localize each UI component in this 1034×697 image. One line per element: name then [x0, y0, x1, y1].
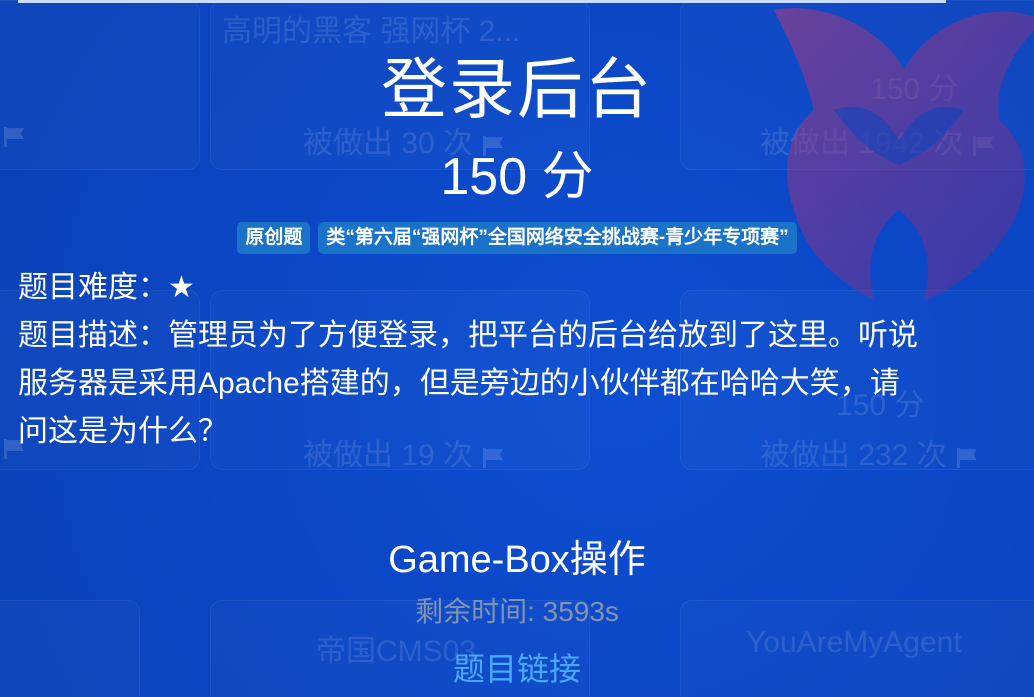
challenge-tags: 原创题 类“第六届“强网杯”全国网络安全挑战赛-青少年专项赛” [0, 222, 1034, 254]
challenge-difficulty: 题目难度：★ [18, 271, 195, 304]
challenge-info: 题目难度：★ 题目描述：管理员为了方便登录，把平台的后台给放到了这里。听说 服务… [18, 264, 1008, 456]
challenge-description-line: 问这是为什么？ [18, 415, 228, 448]
tag-category: 类“第六届“强网杯”全国网络安全挑战赛-青少年专项赛” [318, 222, 797, 254]
challenge-points: 150 分 [440, 148, 594, 206]
challenge-description-line: 服务器是采用Apache搭建的，但是旁边的小伙伴都在哈哈大笑，请 [18, 367, 900, 400]
challenge-title: 登录后台 [381, 52, 653, 126]
challenge-description-line: 题目描述：管理员为了方便登录，把平台的后台给放到了这里。听说 [18, 319, 918, 352]
challenge-modal-overlay: 高明的黑客 强网杯 2... 被做出 30 次 150 分 被做出 1942 次… [0, 0, 1034, 697]
tag-original: 原创题 [237, 222, 311, 254]
challenge-link[interactable]: 题目链接 [0, 644, 1034, 690]
gamebox-timer: 剩余时间: 3593s [415, 596, 619, 627]
modal-top-rule [18, 0, 946, 3]
gamebox-title: Game-Box操作 [388, 539, 646, 581]
